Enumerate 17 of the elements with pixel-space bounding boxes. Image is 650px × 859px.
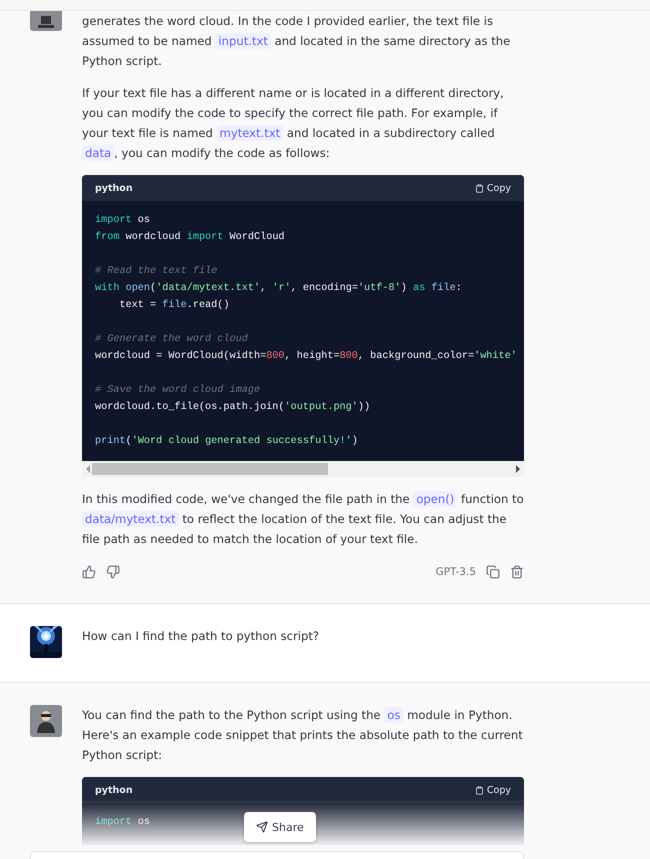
code-text: # Read the text file with open('data/mytext.txt', 'r', encoding='utf-8') as file: text = file.read() — [95, 264, 462, 313]
message-text: If your text file has a different name or is located in a different directory, you can modify the code to specify the correct file path. For example, if your text file is named mytext.txt and located in a subdirectory called data , you can modify the code as follows: — [82, 85, 505, 163]
code-text: # Generate the word cloud wordcloud = WordCloud(width=800, height=800, background_color='white' — [95, 332, 517, 364]
model-label: GPT-3.5 — [436, 566, 476, 578]
message-text: You can find the path to the Python script using the os module in Python. Here's an example code snippet that prints the absolute path to the current Python script: — [82, 706, 524, 764]
code-text: # Save the word cloud image wordcloud.to_file(os.path.join('output.png')) — [95, 384, 370, 415]
code-language: python — [95, 784, 133, 796]
message-text: generates the word cloud. In the code I provided earlier, the text file is assumed to be named input.txt and located in the same directory as the Python script. — [82, 13, 512, 70]
code-text: import os from wordcloud import WordCloud — [95, 214, 285, 245]
code-text: import os — [95, 816, 150, 830]
copy-code-button[interactable]: Copy — [474, 784, 511, 796]
copy-code-button[interactable]: Copy — [474, 182, 511, 194]
code-text: print('Word cloud generated successfully!') — [95, 434, 358, 449]
code-language: python — [95, 182, 133, 194]
message-text: In this modified code, we've changed the file path in the open() function to data/mytext.txt to reflect the location of the text file. You can adjust the file path as needed to match the location of your text file. — [82, 490, 524, 548]
message-text: How can I find the path to python script? — [82, 628, 320, 645]
share-button[interactable]: Share — [244, 812, 316, 842]
